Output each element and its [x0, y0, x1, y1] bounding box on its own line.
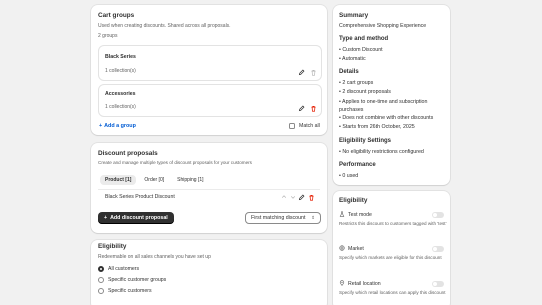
- eligibility-settings-heading: Eligibility Settings: [339, 138, 392, 144]
- match-all-label: Match all: [299, 123, 320, 129]
- chevron-updown-icon: ⇕: [311, 215, 315, 220]
- add-group-button[interactable]: + Add a group: [99, 123, 136, 129]
- radio-unselected[interactable]: [98, 288, 104, 294]
- delete-icon[interactable]: [309, 68, 317, 76]
- proposal-strategy-select[interactable]: First matching discount ⇕: [245, 212, 321, 224]
- radio-selected[interactable]: [98, 266, 104, 272]
- divider: [98, 189, 320, 190]
- retail-location-toggle[interactable]: [432, 281, 444, 287]
- move-up-icon[interactable]: [280, 193, 288, 201]
- location-pin-icon: [339, 280, 346, 287]
- radio-unselected[interactable]: [98, 277, 104, 283]
- cart-groups-count: 2 groups: [98, 33, 118, 39]
- cart-group-item[interactable]: Accessories 1 collection(s): [98, 84, 322, 117]
- retail-location-label: Retail location: [348, 280, 381, 287]
- plus-icon: +: [104, 215, 108, 221]
- details-item: • 2 discount proposals: [339, 89, 391, 95]
- type-item: • Automatic: [339, 56, 366, 62]
- details-item: • Starts from 26th October, 2025: [339, 124, 415, 130]
- details-item-text: Starts from 26th October, 2025: [342, 124, 415, 130]
- test-mode-row: Test mode: [339, 211, 372, 218]
- delete-icon[interactable]: [309, 104, 317, 112]
- details-item-text: 2 cart groups: [342, 80, 374, 86]
- proposal-tabs: Product [1] Order [0] Shipping [1]: [100, 175, 209, 185]
- delete-icon[interactable]: [307, 193, 315, 201]
- summary-title: Summary: [339, 12, 369, 19]
- details-item-text: Does not combine with other discounts: [342, 115, 434, 121]
- type-heading: Type and method: [339, 36, 389, 42]
- option-label: All customers: [108, 266, 140, 272]
- market-row: Market: [339, 245, 364, 252]
- plus-icon: +: [99, 123, 103, 129]
- option-label: Specific customer groups: [108, 277, 167, 283]
- discount-proposals-card: Discount proposals Create and manage mul…: [91, 143, 327, 233]
- proposal-row-name[interactable]: Black Series Product Discount: [105, 194, 175, 200]
- discount-proposals-title: Discount proposals: [98, 150, 158, 157]
- cart-groups-description: Used when creating discounts. Shared acr…: [98, 23, 231, 29]
- cart-group-name: Black Series: [105, 54, 136, 60]
- tab-shipping[interactable]: Shipping [1]: [172, 175, 208, 185]
- cart-group-item[interactable]: Black Series 1 collection(s): [98, 45, 322, 81]
- details-item: • Does not combine with other discounts: [339, 115, 434, 121]
- test-mode-toggle[interactable]: [432, 212, 444, 218]
- type-item-text: Automatic: [342, 56, 366, 62]
- eligibility-card: Eligibility Redeemable on all sales chan…: [91, 240, 327, 305]
- retail-location-row: Retail location: [339, 280, 381, 287]
- market-label: Market: [348, 245, 364, 252]
- details-item: • Applies to one-time and subscription p…: [339, 99, 428, 113]
- eligibility-option-all[interactable]: All customers: [98, 266, 139, 272]
- market-toggle[interactable]: [432, 246, 444, 252]
- option-label: Specific customers: [108, 288, 152, 294]
- tab-order[interactable]: Order [0]: [139, 175, 169, 185]
- summary-subtitle: Comprehensive Shopping Experience: [339, 23, 427, 29]
- side-eligibility-card: Eligibility Test mode Restricts this dis…: [333, 191, 450, 305]
- eligibility-option-customers[interactable]: Specific customers: [98, 288, 152, 294]
- eligibility-title: Eligibility: [98, 243, 127, 250]
- details-item-text: Applies to one-time and subscription pur…: [339, 99, 428, 113]
- edit-icon[interactable]: [297, 193, 305, 201]
- details-item: • 2 cart groups: [339, 80, 374, 86]
- cart-groups-card: Cart groups Used when creating discounts…: [91, 5, 327, 135]
- test-mode-label: Test mode: [348, 211, 372, 218]
- performance-item-text: 0 used: [342, 173, 359, 179]
- flask-icon: [339, 211, 346, 218]
- details-item-text: 2 discount proposals: [342, 89, 391, 95]
- move-down-icon[interactable]: [289, 193, 297, 201]
- add-discount-proposal-label: Add discount proposal: [110, 215, 168, 221]
- side-eligibility-title: Eligibility: [339, 197, 368, 204]
- eligibility-settings-item-text: No eligibility restrictions configured: [342, 149, 424, 155]
- type-item-text: Custom Discount: [342, 47, 383, 53]
- market-description: Specify which markets are eligible for t…: [339, 255, 442, 260]
- checkbox-box[interactable]: [289, 123, 295, 129]
- edit-icon[interactable]: [297, 68, 305, 76]
- retail-location-description: Specify which retail locations can apply…: [339, 290, 446, 295]
- type-item: • Custom Discount: [339, 47, 383, 53]
- eligibility-settings-item: • No eligibility restrictions configured: [339, 149, 424, 155]
- match-all-checkbox[interactable]: Match all: [289, 123, 320, 129]
- add-discount-proposal-button[interactable]: + Add discount proposal: [98, 212, 174, 224]
- performance-item: • 0 used: [339, 173, 359, 179]
- add-group-label: Add a group: [104, 123, 136, 129]
- cart-group-collections: 1 collection(s): [105, 68, 136, 74]
- performance-heading: Performance: [339, 162, 376, 168]
- cart-groups-title: Cart groups: [98, 12, 135, 19]
- details-heading: Details: [339, 69, 359, 75]
- tab-product[interactable]: Product [1]: [100, 175, 137, 185]
- eligibility-option-groups[interactable]: Specific customer groups: [98, 277, 166, 283]
- select-value: First matching discount: [251, 215, 306, 221]
- summary-card: Summary Comprehensive Shopping Experienc…: [333, 5, 450, 185]
- globe-icon: [339, 245, 346, 252]
- test-mode-description: Restricts this discount to customers tag…: [339, 221, 447, 226]
- cart-group-collections: 1 collection(s): [105, 104, 136, 110]
- cart-group-name: Accessories: [105, 91, 136, 97]
- edit-icon[interactable]: [297, 104, 305, 112]
- eligibility-description: Redeemable on all sales channels you hav…: [98, 254, 211, 260]
- discount-proposals-description: Create and manage multiple types of disc…: [98, 160, 252, 165]
